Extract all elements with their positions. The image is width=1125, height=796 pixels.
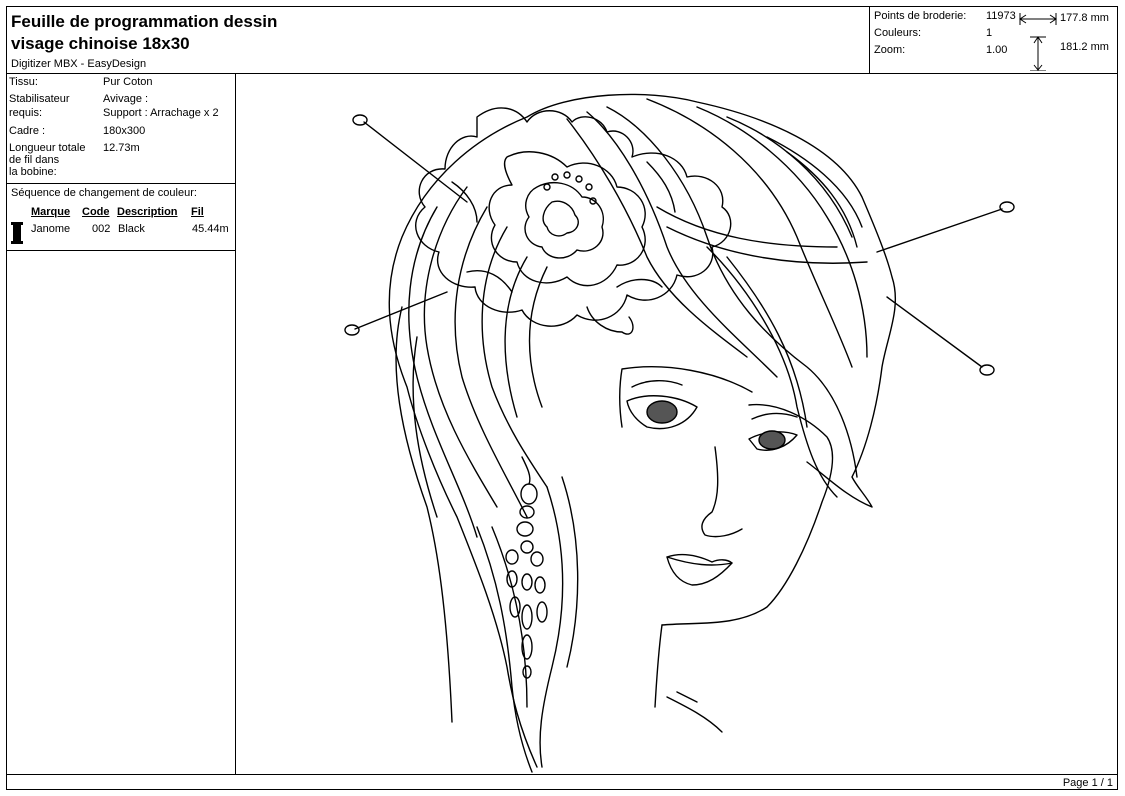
color-count-label: Couleurs: xyxy=(874,27,922,39)
fabric-label: Tissu: xyxy=(9,76,38,88)
stitch-count-row: Points de broderie: 11973 xyxy=(874,10,1016,22)
stabilizer-label-2: requis: xyxy=(9,107,43,119)
frame-value: 180x300 xyxy=(103,125,146,137)
row-code: 002 xyxy=(92,223,111,235)
column-description: Description xyxy=(117,206,178,218)
hairpin-right xyxy=(876,201,1015,376)
row-thread: 45.44m xyxy=(192,223,229,235)
tassel-earring xyxy=(505,456,548,679)
thread-length-value: 12.73m xyxy=(103,142,140,154)
column-thread: Fil xyxy=(191,206,204,218)
column-brand: Marque xyxy=(31,206,71,218)
row-description: Black xyxy=(118,223,145,235)
stitch-count-label: Points de broderie: xyxy=(874,10,967,22)
stabilizer-value-2: Support : Arrachage x 2 xyxy=(103,107,219,119)
divider xyxy=(7,183,235,184)
row-brand: Janome xyxy=(31,223,71,235)
zoom-label: Zoom: xyxy=(874,44,906,56)
color-count-value: 1 xyxy=(986,27,993,39)
zoom-row: Zoom: 1.00 xyxy=(874,44,1007,56)
stabilizer-value-1: Avivage : xyxy=(103,93,149,105)
fabric-value: Pur Coton xyxy=(103,76,153,88)
design-preview xyxy=(237,74,1117,774)
info-panel: Tissu: Pur Coton Stabilisateur Avivage :… xyxy=(7,74,236,774)
thread-length-label-3: la bobine: xyxy=(9,166,57,178)
title-line-1: Feuille de programmation dessin xyxy=(11,12,278,31)
design-height: 181.2 mm xyxy=(1060,41,1109,53)
geisha-embroidery-drawing xyxy=(344,93,1015,773)
thread-length-label-1: Longueur totale xyxy=(9,142,86,154)
thread-length-label-2: de fil dans xyxy=(9,154,60,166)
stabilizer-label-1: Stabilisateur xyxy=(9,93,70,105)
dimension-arrows-icon xyxy=(1019,13,1057,71)
zoom-value: 1.00 xyxy=(986,44,1008,56)
sheet-footer: Page 1 / 1 xyxy=(7,774,1117,790)
sheet-header: Feuille de programmation dessin visage c… xyxy=(7,7,1117,74)
programming-sheet: Feuille de programmation dessin visage c… xyxy=(6,6,1118,790)
title-line-2: visage chinoise 18x30 xyxy=(11,34,190,53)
design-width: 177.8 mm xyxy=(1060,12,1109,24)
design-stats: Points de broderie: 11973 Couleurs: 1 Zo… xyxy=(869,7,1117,73)
frame-label: Cadre : xyxy=(9,125,46,137)
thread-spool-icon xyxy=(11,222,23,244)
column-code: Code xyxy=(82,206,110,218)
page-indicator: Page 1 / 1 xyxy=(1062,777,1113,789)
sheet-title: Feuille de programmation dessin visage c… xyxy=(11,11,277,55)
stitch-count-value: 11973 xyxy=(986,10,1016,22)
color-count-row: Couleurs: 1 xyxy=(874,27,992,39)
hairpin-left xyxy=(344,114,468,336)
software-name: Digitizer MBX - EasyDesign xyxy=(11,58,147,70)
color-sequence-title: Séquence de changement de couleur: xyxy=(11,187,197,199)
divider xyxy=(7,250,235,251)
